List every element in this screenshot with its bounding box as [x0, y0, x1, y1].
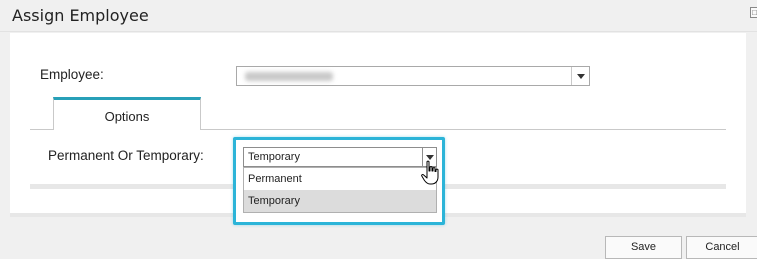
- perm-temp-options-list: Permanent Temporary: [243, 167, 437, 213]
- perm-temp-dropdown-highlight: Temporary Permanent Temporary: [233, 137, 445, 225]
- cancel-button[interactable]: Cancel: [686, 236, 757, 259]
- caret-down-icon: [576, 74, 585, 79]
- employee-value-redacted: [245, 72, 333, 81]
- employee-dropdown-button[interactable]: [571, 67, 589, 85]
- option-temporary[interactable]: Temporary: [244, 190, 436, 212]
- option-permanent[interactable]: Permanent: [244, 168, 436, 190]
- assign-employee-dialog: Assign Employee □ Employee: Options Perm…: [0, 0, 757, 259]
- perm-temp-select[interactable]: Temporary: [243, 147, 437, 167]
- employee-label: Employee:: [40, 67, 104, 82]
- tab-options-label: Options: [104, 109, 150, 124]
- dialog-titlebar: Assign Employee □: [0, 0, 757, 32]
- tab-options[interactable]: Options: [53, 97, 201, 130]
- tab-strip-line: [30, 129, 53, 130]
- maximize-icon[interactable]: □: [750, 7, 757, 18]
- hand-pointer-icon: [421, 160, 439, 185]
- perm-temp-label: Permanent Or Temporary:: [48, 148, 204, 163]
- perm-temp-selected-value: Temporary: [248, 151, 300, 163]
- dialog-title: Assign Employee: [12, 6, 149, 25]
- save-button[interactable]: Save: [605, 236, 682, 259]
- employee-combobox[interactable]: [236, 66, 590, 86]
- tab-strip-line: [201, 129, 726, 130]
